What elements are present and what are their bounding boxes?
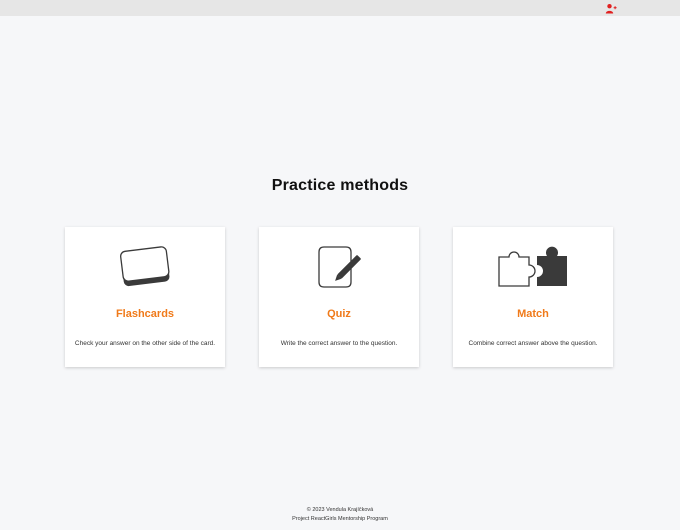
top-bar (0, 0, 680, 16)
method-description: Combine correct answer above the questio… (468, 340, 598, 347)
copyright-text: © 2023 Vendula Krajíčková (306, 507, 374, 513)
user-plus-button[interactable] (605, 2, 617, 14)
method-name: Match (517, 308, 549, 320)
method-card-quiz[interactable]: Quiz Write the correct answer to the que… (259, 227, 419, 367)
method-description: Check your answer on the other side of t… (74, 340, 216, 347)
puzzle-icon (498, 246, 567, 287)
pencil-paper-icon (318, 246, 361, 288)
page-title: Practice methods (271, 177, 409, 194)
method-card-match[interactable]: Match Combine correct answer above the q… (453, 227, 613, 367)
method-name: Quiz (327, 308, 351, 320)
method-description: Write the correct answer to the question… (280, 340, 398, 347)
user-plus-icon[interactable] (605, 3, 617, 15)
project-text: Project ReactGirls Mentorship Program (292, 515, 388, 522)
footer: © 2023 Vendula Krajíčková Project ReactG… (0, 506, 680, 523)
method-card-flashcards[interactable]: Flashcards Check your answer on the othe… (65, 227, 225, 367)
method-name: Flashcards (115, 308, 175, 320)
flashcards-icon (120, 246, 170, 287)
